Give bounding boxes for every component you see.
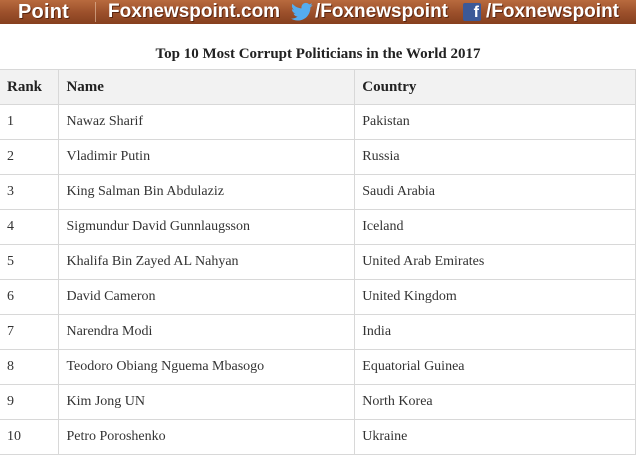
country-cell: United Kingdom bbox=[354, 279, 636, 315]
table-title: Top 10 Most Corrupt Politicians in the W… bbox=[155, 46, 481, 62]
rank-cell: 5 bbox=[0, 244, 60, 280]
name-cell: Khalifa Bin Zayed AL Nahyan bbox=[58, 244, 356, 280]
header-rank: Rank bbox=[0, 69, 60, 105]
table-row: 2 Vladimir Putin Russia bbox=[0, 139, 636, 175]
country-cell: Saudi Arabia bbox=[354, 174, 636, 210]
name-cell: Vladimir Putin bbox=[58, 139, 356, 175]
table-row: 9 Kim Jong UN North Korea bbox=[0, 384, 636, 420]
rank-cell: 3 bbox=[0, 174, 60, 210]
name-cell: King Salman Bin Abdulaziz bbox=[58, 174, 356, 210]
name-cell: Kim Jong UN bbox=[58, 384, 356, 420]
politicians-table: Rank Name Country 1 Nawaz Sharif Pakista… bbox=[0, 69, 636, 455]
table-row: 10 Petro Poroshenko Ukraine bbox=[0, 419, 636, 455]
country-cell: Pakistan bbox=[354, 104, 636, 140]
header-country: Country bbox=[354, 69, 636, 105]
country-cell: India bbox=[354, 314, 636, 350]
table-row: 6 David Cameron United Kingdom bbox=[0, 279, 636, 315]
twitter-bird-icon bbox=[291, 2, 313, 21]
country-cell: Iceland bbox=[354, 209, 636, 245]
country-cell: Equatorial Guinea bbox=[354, 349, 636, 385]
rank-cell: 8 bbox=[0, 349, 60, 385]
country-cell: Ukraine bbox=[354, 419, 636, 455]
name-cell: Nawaz Sharif bbox=[58, 104, 356, 140]
country-cell: United Arab Emirates bbox=[354, 244, 636, 280]
rank-cell: 9 bbox=[0, 384, 60, 420]
watermark-banner: Point Foxnewspoint.com /Foxnewspoint f /… bbox=[0, 0, 636, 24]
table-row: 3 King Salman Bin Abdulaziz Saudi Arabia bbox=[0, 174, 636, 210]
table-row: 1 Nawaz Sharif Pakistan bbox=[0, 104, 636, 140]
name-cell: David Cameron bbox=[58, 279, 356, 315]
name-cell: Petro Poroshenko bbox=[58, 419, 356, 455]
rank-cell: 6 bbox=[0, 279, 60, 315]
rank-cell: 4 bbox=[0, 209, 60, 245]
rank-cell: 7 bbox=[0, 314, 60, 350]
header-name: Name bbox=[58, 69, 356, 105]
table-row: 4 Sigmundur David Gunnlaugsson Iceland bbox=[0, 209, 636, 245]
banner-brand-fragment: Point bbox=[18, 1, 69, 23]
banner-twitter-handle: /Foxnewspoint bbox=[315, 1, 448, 22]
banner-divider bbox=[95, 2, 96, 22]
country-cell: North Korea bbox=[354, 384, 636, 420]
facebook-icon: f bbox=[463, 3, 481, 21]
banner-site-name: Foxnewspoint.com bbox=[108, 1, 281, 22]
table-row: 8 Teodoro Obiang Nguema Mbasogo Equatori… bbox=[0, 349, 636, 385]
rank-cell: 1 bbox=[0, 104, 60, 140]
name-cell: Narendra Modi bbox=[58, 314, 356, 350]
table-row: 7 Narendra Modi India bbox=[0, 314, 636, 350]
table-header-row: Rank Name Country bbox=[0, 69, 636, 105]
table-row: 5 Khalifa Bin Zayed AL Nahyan United Ara… bbox=[0, 244, 636, 280]
name-cell: Sigmundur David Gunnlaugsson bbox=[58, 209, 356, 245]
rank-cell: 10 bbox=[0, 419, 60, 455]
name-cell: Teodoro Obiang Nguema Mbasogo bbox=[58, 349, 356, 385]
country-cell: Russia bbox=[354, 139, 636, 175]
rank-cell: 2 bbox=[0, 139, 60, 175]
banner-facebook-handle: /Foxnewspoint bbox=[486, 1, 619, 22]
